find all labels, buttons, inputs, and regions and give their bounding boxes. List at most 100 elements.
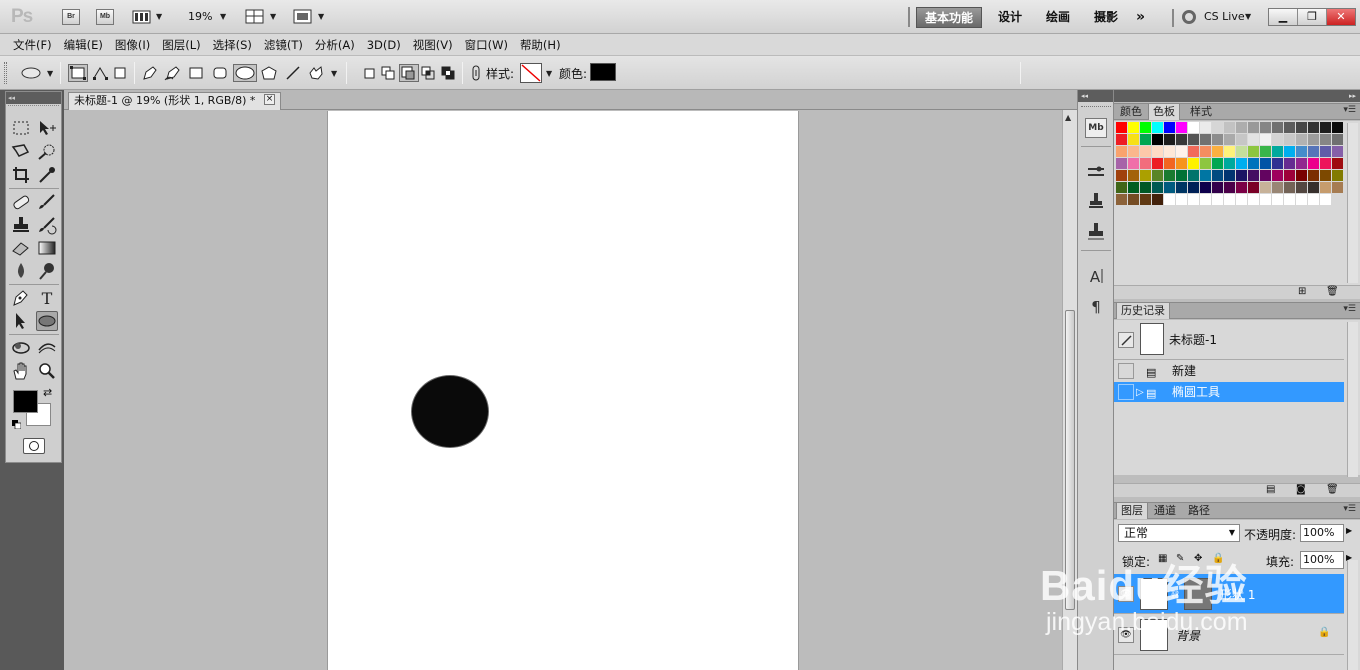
color-swatch[interactable] <box>1152 134 1164 146</box>
path-selection-tool[interactable] <box>10 311 32 331</box>
chevron-down-icon[interactable]: ▼ <box>220 12 226 21</box>
style-swatch[interactable] <box>520 63 542 83</box>
vertical-scrollbar[interactable]: ▲ <box>1062 110 1077 670</box>
color-swatch[interactable] <box>1332 134 1344 146</box>
color-swatch[interactable] <box>1296 134 1308 146</box>
type-tool[interactable]: T <box>36 288 58 308</box>
color-swatch[interactable] <box>1332 146 1344 158</box>
spot-healing-brush-tool[interactable] <box>10 192 32 212</box>
color-swatch[interactable] <box>1260 170 1272 182</box>
scroll-up-arrow[interactable]: ▲ <box>1065 113 1071 122</box>
color-swatch[interactable] <box>1284 182 1296 194</box>
color-swatch[interactable] <box>1188 170 1200 182</box>
color-swatch[interactable] <box>1140 158 1152 170</box>
color-swatch[interactable] <box>1272 122 1284 134</box>
color-swatch[interactable] <box>1296 182 1308 194</box>
color-swatch[interactable] <box>1116 182 1128 194</box>
color-swatch[interactable] <box>1140 170 1152 182</box>
camera-icon[interactable]: ◙ <box>1296 484 1306 495</box>
chevron-down-icon[interactable]: ▼ <box>546 69 552 78</box>
move-tool[interactable] <box>36 118 58 138</box>
chevron-down-icon[interactable]: ▼ <box>318 12 324 21</box>
color-swatch[interactable] <box>1152 122 1164 134</box>
color-swatch[interactable] <box>1116 158 1128 170</box>
history-scrollbar[interactable] <box>1347 322 1358 477</box>
history-snapshot[interactable]: 未标题-1 <box>1114 320 1344 360</box>
ellipse-shape-tool[interactable] <box>36 311 58 331</box>
color-swatch[interactable] <box>1320 134 1332 146</box>
color-swatch[interactable] <box>1200 182 1212 194</box>
history-brush-source-box[interactable] <box>1118 384 1134 400</box>
color-swatch[interactable] <box>1260 194 1272 206</box>
color-swatch[interactable] <box>1188 182 1200 194</box>
panel-menu-icon[interactable]: ▾☰ <box>1343 105 1356 115</box>
subtract-from-shape-area-button[interactable] <box>399 64 419 82</box>
color-swatch[interactable] <box>1296 170 1308 182</box>
color-swatch[interactable] <box>1128 170 1140 182</box>
color-swatch[interactable] <box>1236 158 1248 170</box>
color-swatch[interactable] <box>1260 158 1272 170</box>
crop-tool[interactable] <box>10 165 32 185</box>
restore-button[interactable]: ❐ <box>1298 9 1327 25</box>
color-swatch[interactable] <box>1176 146 1188 158</box>
color-swatch[interactable] <box>1320 170 1332 182</box>
color-swatch[interactable] <box>1236 182 1248 194</box>
color-swatch[interactable] <box>1128 158 1140 170</box>
color-swatch[interactable] <box>1224 146 1236 158</box>
color-swatch[interactable] <box>1284 194 1296 206</box>
color-swatch[interactable] <box>1188 158 1200 170</box>
polygon-tool-button[interactable] <box>259 64 279 82</box>
ellipse-tool-button[interactable] <box>233 64 257 82</box>
line-tool-button[interactable] <box>283 64 303 82</box>
color-swatch[interactable] <box>1224 158 1236 170</box>
color-swatch[interactable] <box>1212 158 1224 170</box>
color-swatch[interactable] <box>1236 122 1248 134</box>
color-swatch[interactable] <box>1188 194 1200 206</box>
default-colors-icon[interactable] <box>12 419 22 430</box>
color-swatch[interactable] <box>1188 122 1200 134</box>
color-swatch[interactable] <box>1164 158 1176 170</box>
panel-menu-icon[interactable]: ▾☰ <box>1343 504 1356 514</box>
blur-tool[interactable] <box>10 261 32 281</box>
color-swatch[interactable] <box>1224 182 1236 194</box>
color-swatch[interactable] <box>1320 158 1332 170</box>
dodge-tool[interactable] <box>36 261 58 281</box>
swatches-scrollbar[interactable] <box>1347 123 1358 283</box>
fill-input[interactable]: 100% <box>1300 551 1344 569</box>
color-swatch[interactable] <box>1296 146 1308 158</box>
fill-pixels-button[interactable] <box>110 64 130 82</box>
color-swatch[interactable] <box>1332 170 1344 182</box>
document-canvas[interactable] <box>327 111 799 670</box>
color-swatch[interactable] <box>1260 134 1272 146</box>
character-panel-button[interactable]: A <box>1085 266 1107 286</box>
color-swatch[interactable] <box>1212 170 1224 182</box>
trash-icon[interactable]: 🗑 <box>1326 286 1339 297</box>
color-swatch[interactable] <box>1116 134 1128 146</box>
color-swatch[interactable] <box>1212 134 1224 146</box>
collapse-panels-button[interactable]: ▸▸ <box>1349 90 1356 102</box>
tab-color[interactable]: 颜色 <box>1116 104 1146 120</box>
color-swatch[interactable] <box>1176 122 1188 134</box>
color-swatch[interactable] <box>1140 194 1152 206</box>
color-swatch[interactable] <box>1176 182 1188 194</box>
paragraph-panel-button[interactable]: ¶ <box>1085 296 1107 316</box>
intersect-shape-areas-button[interactable] <box>419 64 439 82</box>
rectangle-tool-button[interactable] <box>186 64 206 82</box>
color-swatch[interactable] <box>1200 194 1212 206</box>
color-swatch[interactable] <box>1140 134 1152 146</box>
color-swatch[interactable] <box>1164 134 1176 146</box>
shape-layers-button[interactable] <box>68 64 88 82</box>
color-swatch[interactable] <box>1284 122 1296 134</box>
color-swatch[interactable] <box>1308 170 1320 182</box>
color-swatch[interactable] <box>1116 146 1128 158</box>
color-swatch[interactable] <box>1248 194 1260 206</box>
brush-tool[interactable] <box>36 192 58 212</box>
menu-edit[interactable]: 编辑(E) <box>58 34 109 55</box>
view-extras-button[interactable] <box>132 9 152 25</box>
swap-colors-icon[interactable]: ⇄ <box>43 386 52 399</box>
color-swatch[interactable] <box>1308 146 1320 158</box>
history-brush-tool[interactable] <box>36 215 58 235</box>
color-swatch[interactable] <box>1320 146 1332 158</box>
add-to-shape-area-button[interactable] <box>379 64 399 82</box>
lock-all-icon[interactable]: 🔒 <box>1212 553 1224 564</box>
